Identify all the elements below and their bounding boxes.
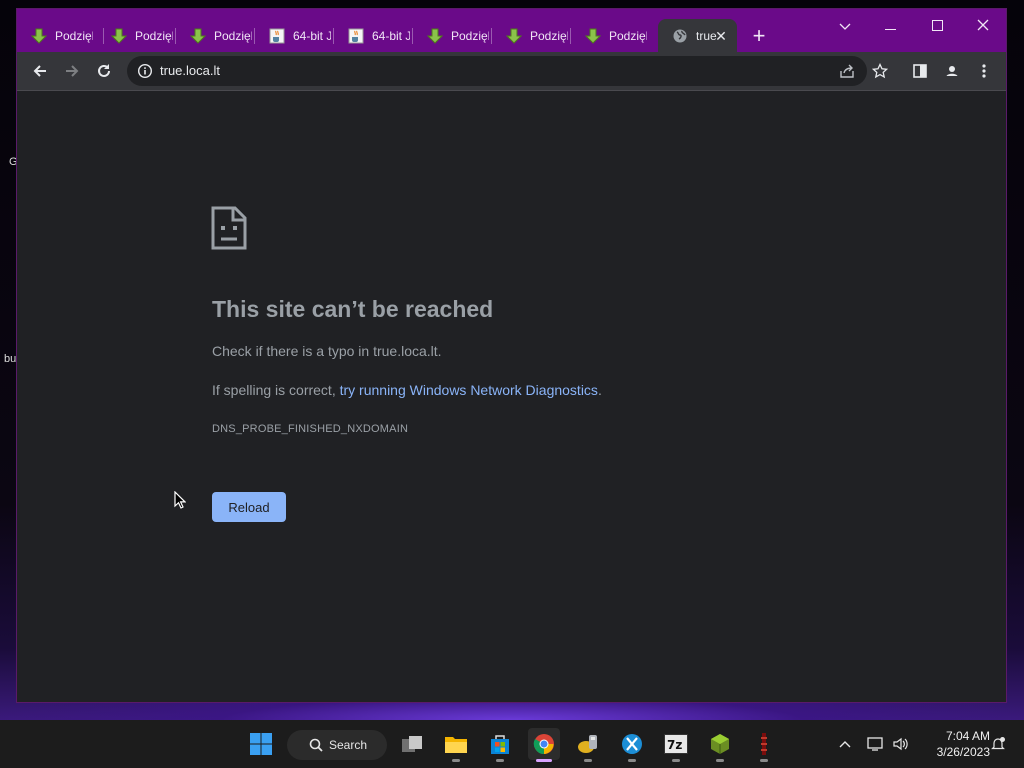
new-tab-button[interactable]: + — [749, 25, 769, 47]
microsoft-store-icon[interactable] — [484, 728, 516, 762]
bookmark-star-icon[interactable] — [870, 61, 890, 81]
maximize-button[interactable] — [922, 15, 952, 37]
system-clock[interactable]: 7:04 AM 3/26/2023 — [918, 728, 990, 760]
tab[interactable]: Podzięk — [176, 19, 255, 52]
download-arrow-icon — [585, 28, 601, 44]
taskbar-search[interactable]: Search — [287, 730, 387, 760]
diagnostics-hint: If spelling is correct, try running Wind… — [212, 382, 602, 398]
download-arrow-icon — [506, 28, 522, 44]
tab-active[interactable]: true ✕ — [658, 19, 737, 52]
download-arrow-icon — [427, 28, 443, 44]
show-hidden-icons-chevron-icon[interactable] — [835, 734, 855, 754]
minimize-button[interactable] — [875, 15, 905, 37]
host-text: true.loca.lt — [373, 343, 438, 359]
tab[interactable]: Podzięk — [571, 19, 650, 52]
taskbar: Search 7z 7:04 AM 3/26/2023 — [0, 720, 1024, 768]
info-icon[interactable] — [137, 63, 153, 79]
globe-icon — [672, 28, 688, 44]
network-icon[interactable] — [866, 734, 886, 754]
close-window-button[interactable] — [968, 15, 998, 37]
tab[interactable]: 64-bit J — [255, 19, 334, 52]
minecraft-block-icon[interactable] — [704, 728, 736, 762]
address-bar[interactable]: true.loca.lt — [127, 56, 867, 86]
xcode-like-icon[interactable] — [616, 728, 648, 762]
search-icon — [309, 738, 323, 752]
tab-title: Podzięk — [609, 28, 647, 43]
tab-title: Podzięk — [214, 28, 252, 43]
menu-kebab-icon[interactable] — [974, 61, 994, 81]
tab[interactable]: Podzięk — [413, 19, 492, 52]
svg-text:7z: 7z — [667, 738, 682, 752]
tab-title: 64-bit J — [293, 28, 331, 43]
page-content: This site can’t be reached Check if ther… — [17, 91, 1006, 702]
download-arrow-icon — [31, 28, 47, 44]
browser-window: Podzięk Podzięk Podzięk 64-bit J — [17, 9, 1006, 702]
java-cup-icon — [348, 28, 364, 44]
tab-strip: Podzięk Podzięk Podzięk 64-bit J — [17, 9, 1006, 52]
tab-title: Podzięk — [451, 28, 489, 43]
download-arrow-icon — [111, 28, 127, 44]
forward-button[interactable] — [60, 59, 84, 83]
file-explorer-icon[interactable] — [440, 728, 472, 762]
sad-document-icon — [211, 206, 247, 255]
tab[interactable]: 64-bit J — [334, 19, 413, 52]
tab[interactable]: Podzięk — [97, 19, 176, 52]
close-tab-icon[interactable]: ✕ — [713, 28, 729, 44]
share-icon[interactable] — [838, 62, 856, 80]
tab-title: Podzięk — [530, 28, 568, 43]
search-label: Search — [329, 738, 368, 752]
windows-start-icon[interactable] — [245, 728, 277, 760]
side-panel-icon[interactable] — [910, 61, 930, 81]
tab[interactable]: Podzięk — [492, 19, 571, 52]
error-title: This site can’t be reached — [212, 296, 494, 322]
task-view-icon[interactable] — [396, 728, 428, 760]
tab[interactable]: Podzięk — [17, 19, 104, 52]
volume-icon[interactable] — [891, 734, 911, 754]
back-button[interactable] — [28, 59, 52, 83]
app-icon[interactable] — [572, 728, 604, 762]
notification-bell-icon[interactable] — [988, 734, 1008, 754]
tab-search-icon[interactable] — [830, 15, 860, 37]
browser-toolbar: true.loca.lt — [17, 52, 1006, 90]
red-app-icon[interactable] — [748, 728, 780, 762]
network-diagnostics-link[interactable]: try running Windows Network Diagnostics — [340, 382, 598, 398]
profile-icon[interactable] — [942, 61, 962, 81]
tab-title: Podzięk — [55, 28, 93, 43]
chrome-icon[interactable] — [528, 728, 560, 762]
download-arrow-icon — [190, 28, 206, 44]
java-cup-icon — [269, 28, 285, 44]
reload-icon[interactable] — [92, 59, 116, 83]
tab-title: Podzięk — [135, 28, 173, 43]
desktop-label-fragment: bu — [4, 353, 17, 365]
error-code: DNS_PROBE_FINISHED_NXDOMAIN — [212, 423, 409, 435]
clock-time: 7:04 AM — [945, 729, 990, 743]
mouse-cursor-icon — [174, 490, 187, 514]
reload-button[interactable]: Reload — [212, 492, 286, 522]
7zip-icon[interactable]: 7z — [660, 728, 692, 762]
clock-date: 3/26/2023 — [936, 745, 990, 759]
typo-hint: Check if there is a typo in true.loca.lt… — [212, 343, 442, 359]
url-text: true.loca.lt — [160, 63, 220, 78]
tab-title: 64-bit J — [372, 28, 410, 43]
